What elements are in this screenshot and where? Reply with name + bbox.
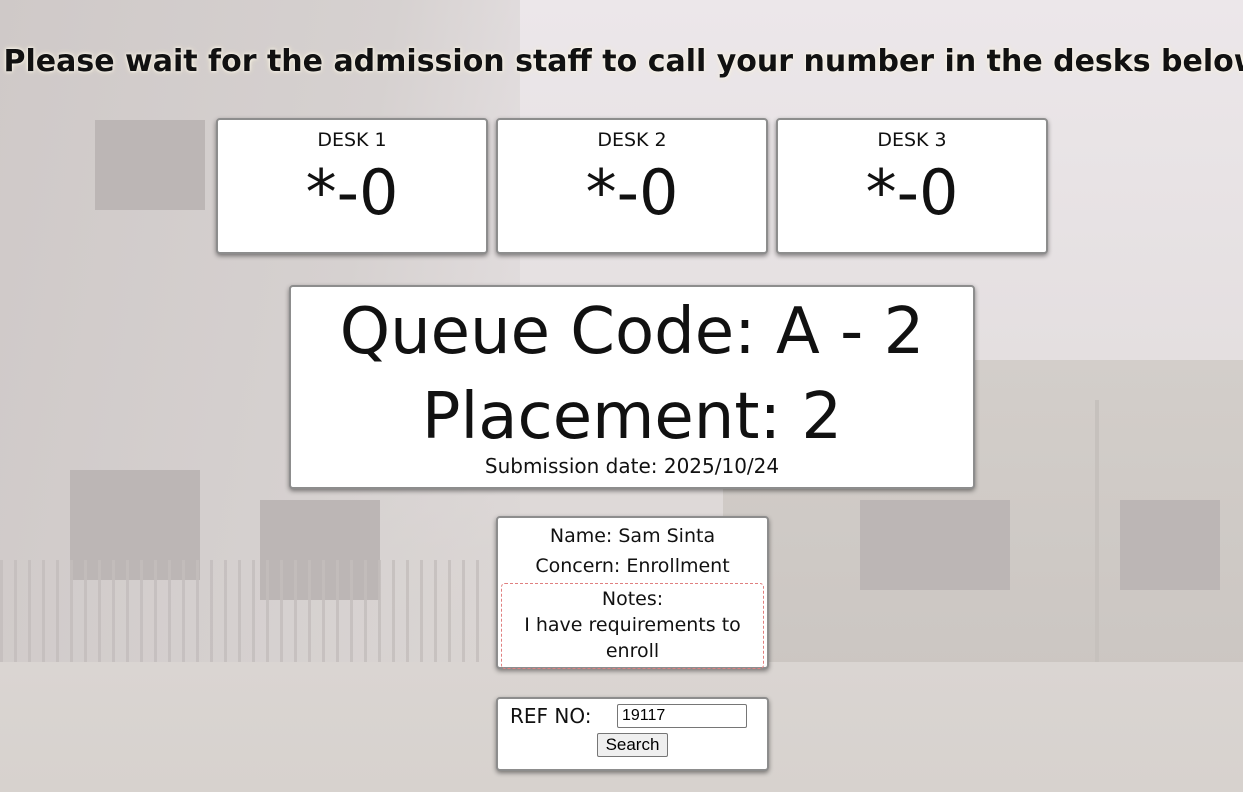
desk-label: DESK 3 (877, 129, 947, 151)
notes-label: Notes: (601, 588, 664, 610)
desk-number: *-0 (305, 156, 399, 229)
notes-box: Notes: I have requirements to enroll (501, 583, 764, 669)
desk-number: *-0 (865, 156, 959, 229)
desk-card-1: DESK 1 *-0 (216, 118, 488, 254)
background-window (860, 500, 1010, 590)
queue-card: Queue Code: A - 2 Placement: 2 Submissio… (289, 285, 975, 489)
applicant-concern: Concern: Enrollment (535, 555, 730, 577)
desk-number: *-0 (585, 156, 679, 229)
ref-no-label: REF NO: (510, 704, 592, 728)
search-button[interactable]: Search (596, 733, 669, 757)
desk-card-3: DESK 3 *-0 (776, 118, 1048, 254)
reference-search-card: REF NO: Search (496, 697, 769, 771)
desk-card-2: DESK 2 *-0 (496, 118, 768, 254)
applicant-info-card: Name: Sam Sinta Concern: Enrollment Note… (496, 516, 769, 669)
ref-no-input[interactable] (617, 704, 747, 728)
applicant-name: Name: Sam Sinta (549, 525, 716, 547)
page-headline: Please wait for the admission staff to c… (3, 44, 1243, 79)
notes-text: I have requirements to enroll (524, 614, 741, 662)
queue-code: Queue Code: A - 2 (339, 295, 925, 369)
desk-label: DESK 2 (597, 129, 667, 151)
background-flagpole (1095, 400, 1099, 680)
submission-date: Submission date: 2025/10/24 (484, 454, 780, 478)
background-window (95, 120, 205, 210)
desk-label: DESK 1 (317, 129, 387, 151)
queue-placement: Placement: 2 (421, 380, 843, 454)
background-window (1120, 500, 1220, 590)
